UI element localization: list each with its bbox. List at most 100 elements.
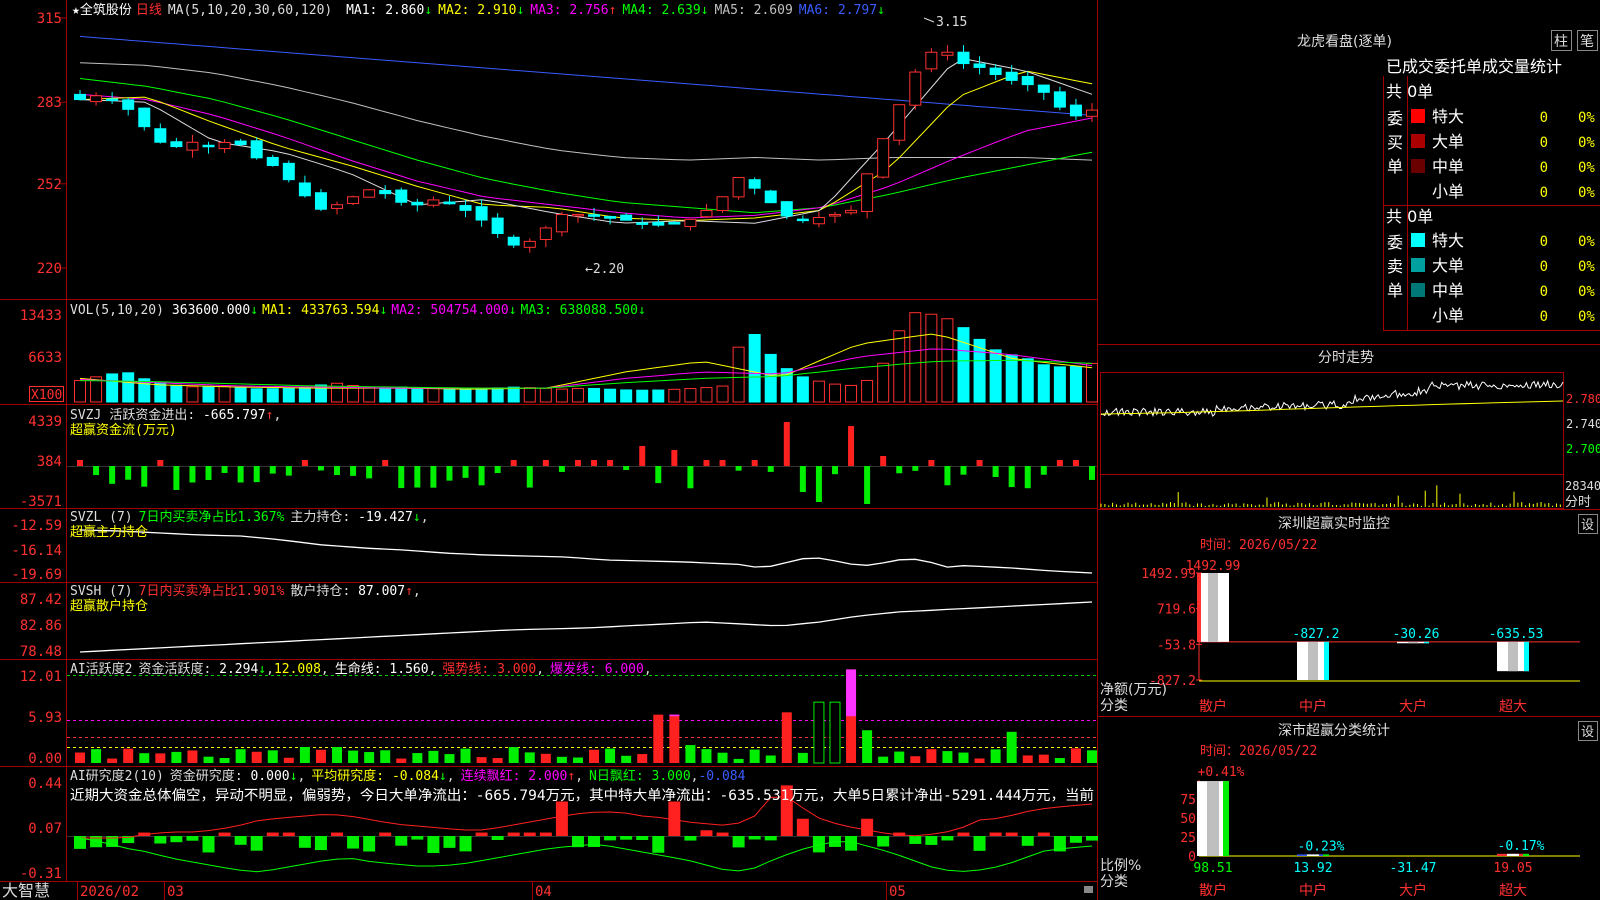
activity-bar bbox=[524, 752, 535, 763]
lhb-title: 龙虎看盘(逐单) bbox=[1297, 33, 1392, 50]
vol-tick-1: 13433 bbox=[20, 308, 62, 324]
candle bbox=[652, 221, 665, 226]
classify-tick: 50 bbox=[1180, 812, 1196, 827]
svsh-panel[interactable]: SVSH (7) 7日内买卖净占比1.901% 散户持仓: 87.007↑, 超赢散… bbox=[20, 583, 1093, 660]
ai-tick-3: 0.00 bbox=[28, 751, 62, 767]
activity-bar bbox=[942, 751, 953, 763]
svsh-header: SVSH (7) 7日内买卖净占比1.901% 散户持仓: 87.007↑, bbox=[70, 583, 421, 599]
fund-flow-bar bbox=[848, 426, 855, 466]
candle bbox=[234, 140, 247, 146]
row-label: 大单 bbox=[1432, 256, 1464, 275]
price-tick: 315 bbox=[37, 11, 62, 27]
activity-bar bbox=[123, 748, 134, 763]
fund-flow-bar bbox=[77, 460, 83, 466]
volume-bar bbox=[170, 384, 183, 403]
ai-activity-panel[interactable]: AI活跃度2 资金活跃度: 2.294↓,12.008, 生命线: 1.560, 强势… bbox=[20, 661, 1097, 767]
activity-bar bbox=[797, 752, 808, 763]
volume-bar bbox=[828, 383, 841, 403]
volume-bar bbox=[700, 387, 713, 403]
research-bar bbox=[298, 836, 311, 848]
volume-ma-lines bbox=[79, 333, 1093, 390]
volume-bar bbox=[154, 382, 167, 403]
intraday-panel[interactable]: 分时走势 2.780 2.740 2.700 28340 分时 bbox=[1100, 350, 1600, 510]
activity-bar bbox=[572, 757, 583, 763]
row-label: 中单 bbox=[1432, 157, 1464, 176]
candle bbox=[893, 104, 906, 141]
svzj-panel[interactable]: SVZJ 活跃资金进出: -665.797↑, 超赢资金流(万元) 4339 38… bbox=[20, 407, 1097, 510]
monitor-bar bbox=[1397, 641, 1429, 644]
row-count: 0 bbox=[1540, 110, 1548, 126]
activity-bar bbox=[283, 757, 294, 763]
row-count: 0 bbox=[1540, 160, 1548, 176]
row-pct: 0% bbox=[1578, 284, 1595, 300]
monitor-tick: -53.8 bbox=[1157, 638, 1196, 653]
fund-flow-bar bbox=[237, 466, 244, 483]
classify-category: 散户 bbox=[1199, 882, 1227, 899]
research-bar bbox=[411, 836, 424, 840]
candle bbox=[748, 179, 761, 189]
volume-bar bbox=[475, 388, 488, 403]
volume-bar bbox=[411, 387, 424, 403]
volume-bar bbox=[427, 387, 440, 403]
monitor-bar-edge bbox=[1324, 641, 1329, 680]
brand-label: 大智慧 bbox=[2, 881, 50, 900]
svsh-tick-3: 78.48 bbox=[20, 644, 62, 660]
fund-flow-bar bbox=[767, 466, 774, 472]
realtime-monitor-panel[interactable]: 深圳超赢实时监控 设 时间：2026/05/22 1492.99 719.6 -53… bbox=[1100, 514, 1598, 716]
research-bar bbox=[427, 836, 440, 854]
main-kline-panel[interactable]: 315 283 252 220 ★全筑股份 日线 MA(5,10,20,30,60,120… bbox=[37, 2, 1098, 277]
activity-bar bbox=[139, 753, 150, 763]
volume-bar bbox=[668, 388, 681, 403]
candle bbox=[347, 196, 360, 205]
legend-swatch bbox=[1411, 283, 1425, 297]
row-label: 大单 bbox=[1432, 132, 1464, 151]
legend-swatch bbox=[1411, 134, 1425, 148]
monitor-value: 1492.99 bbox=[1186, 559, 1241, 574]
volume-bar bbox=[1053, 366, 1066, 403]
classify-category: 大户 bbox=[1399, 882, 1427, 899]
svzl-tick-2: -16.14 bbox=[11, 543, 62, 559]
fund-flow-bar bbox=[157, 460, 164, 466]
activity-bar bbox=[203, 756, 214, 763]
fund-flow-bar bbox=[976, 460, 983, 466]
settings-icon: 设 bbox=[1581, 725, 1594, 740]
activity-bar bbox=[556, 756, 567, 763]
ai-research-panel[interactable]: AI研究度2(10) 资金研究度: 0.000↓, 平均研究度: -0.084↓, 连… bbox=[20, 768, 1098, 882]
lhb-panel[interactable]: 龙虎看盘(逐单) 柱 笔 已成交委托单成交量统计 共 0单 共 0单 委买单 委… bbox=[1297, 30, 1598, 326]
fund-flow-bar bbox=[334, 466, 341, 476]
classify-panel[interactable]: 深市超赢分类统计 设 时间：2026/05/22 7550250 +0.41%9… bbox=[1100, 721, 1598, 900]
volume-bar bbox=[363, 386, 376, 403]
side-label-char: 卖 bbox=[1387, 257, 1403, 276]
svzl-panel[interactable]: SVZL (7) 7日内买卖净占比1.367% 主力持仓: -19.427↓, 超赢… bbox=[11, 509, 1093, 583]
buy-total: 共 0单 bbox=[1386, 82, 1433, 101]
candle bbox=[620, 214, 633, 221]
activity-bar bbox=[75, 752, 85, 763]
fund-flow-bar bbox=[655, 466, 662, 484]
candle bbox=[796, 218, 809, 222]
volume-header: VOL(5,10,20) 363600.000↓ MA1: 433763.594↓ M… bbox=[70, 303, 646, 318]
volume-bar bbox=[877, 362, 890, 403]
monitor-category: 中户 bbox=[1299, 698, 1327, 715]
fund-flow-bar bbox=[446, 466, 453, 481]
volume-bar bbox=[250, 388, 263, 403]
row-pct: 0% bbox=[1578, 309, 1595, 325]
research-bar bbox=[491, 836, 504, 840]
volume-panel[interactable]: VOL(5,10,20) 363600.000↓ MA1: 433763.594↓ M… bbox=[20, 303, 1098, 403]
research-bar bbox=[331, 832, 344, 836]
ai-research-header: AI研究度2(10) 资金研究度: 0.000↓, 平均研究度: -0.084↓, 连… bbox=[70, 768, 746, 784]
volume-bar bbox=[106, 373, 119, 403]
lock-icon[interactable] bbox=[1084, 886, 1093, 893]
research-bar bbox=[620, 836, 633, 840]
research-bar bbox=[475, 832, 488, 836]
research-bar bbox=[909, 836, 922, 844]
candle bbox=[314, 192, 327, 210]
svzj-header: SVZJ 活跃资金进出: -665.797↑, bbox=[70, 407, 281, 423]
fund-flow-bar bbox=[542, 460, 549, 466]
activity-bar bbox=[364, 752, 375, 763]
classify-bar-edge bbox=[1323, 854, 1329, 856]
side-label-char: 单 bbox=[1387, 157, 1403, 176]
activity-bar bbox=[605, 748, 616, 763]
activity-bar bbox=[813, 701, 825, 764]
candle bbox=[588, 214, 601, 217]
fund-flow-bar bbox=[751, 460, 758, 466]
